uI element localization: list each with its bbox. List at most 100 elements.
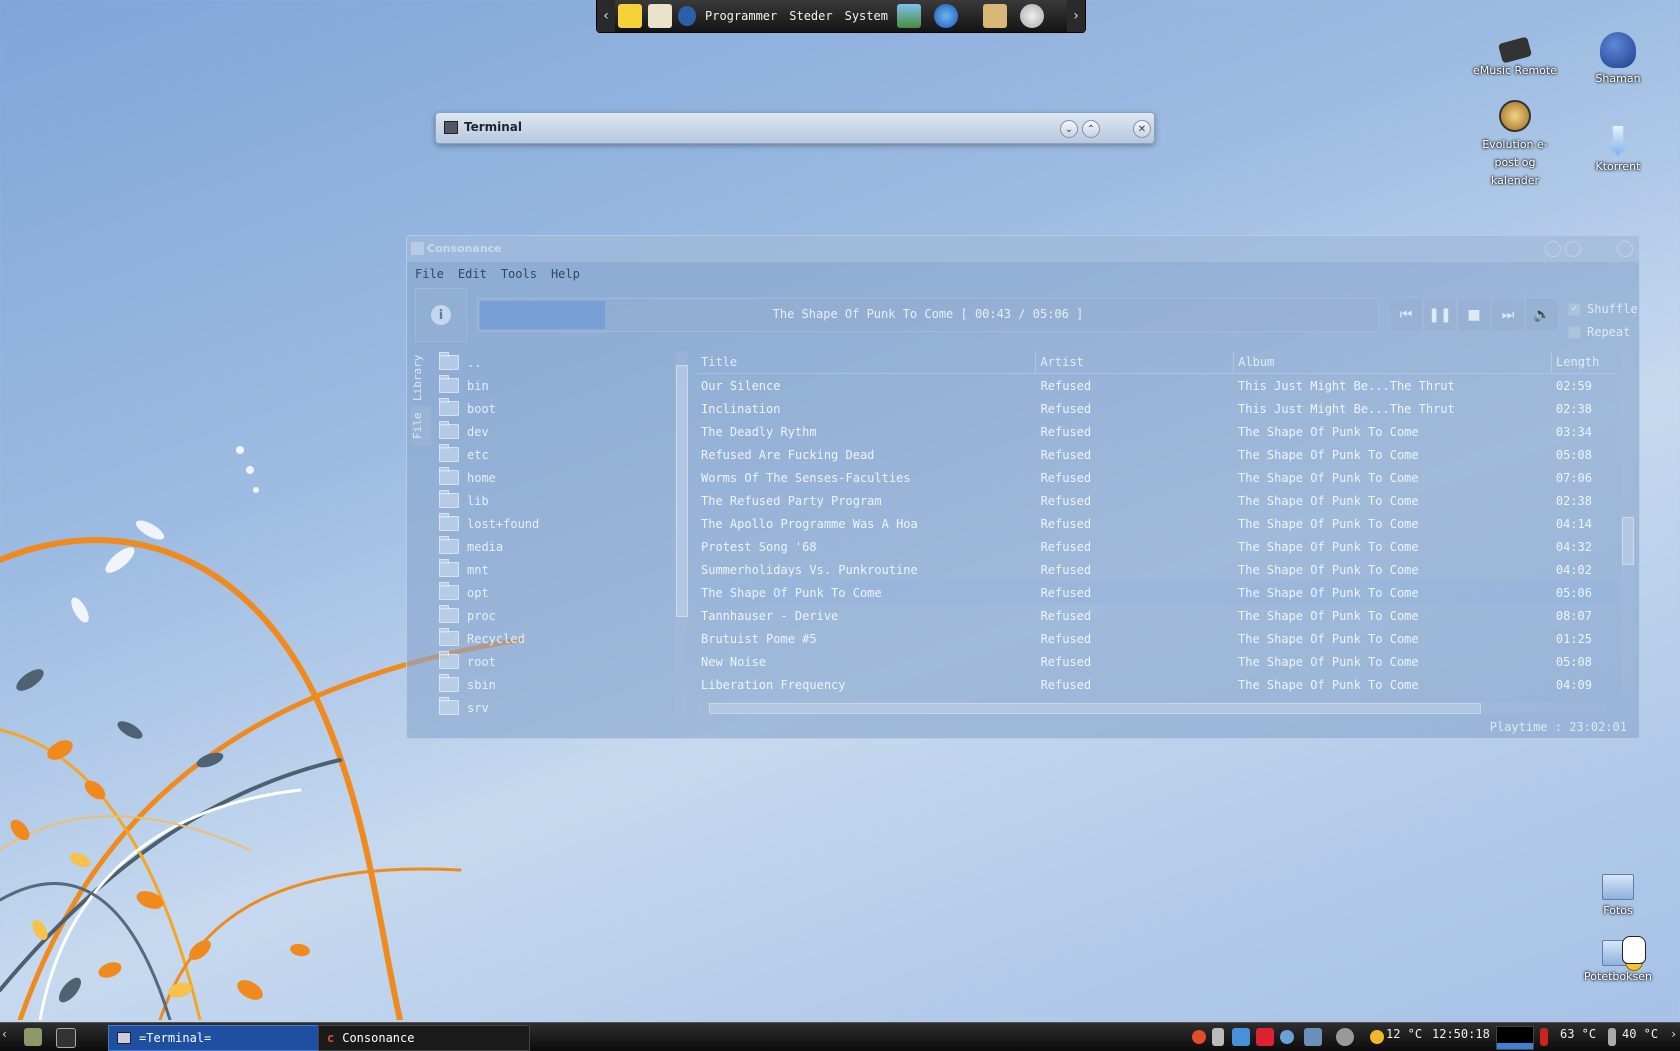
- track-row[interactable]: Inclination Refused This Just Might Be...T…: [697, 397, 1619, 420]
- menu-programmer[interactable]: Programmer: [705, 9, 777, 23]
- image-viewer-icon[interactable]: [896, 4, 921, 28]
- consonance-titlebar[interactable]: Consonance: [407, 236, 1639, 262]
- repeat-check-box[interactable]: [1568, 325, 1581, 339]
- taskbar-scroll-left[interactable]: ‹: [2, 1027, 7, 1041]
- desktop-icon-emusic-remote[interactable]: eMusic Remote: [1470, 34, 1560, 77]
- show-desktop-icon[interactable]: [24, 1028, 42, 1046]
- tab-file[interactable]: File: [411, 406, 431, 446]
- track-row[interactable]: Our Silence Refused This Just Might Be...T…: [697, 374, 1619, 397]
- volume-icon[interactable]: [1336, 1028, 1354, 1046]
- shutdown-icon[interactable]: [1019, 4, 1044, 28]
- search-icon[interactable]: [1280, 1030, 1294, 1044]
- file-browser-item[interactable]: Recycled: [435, 627, 673, 650]
- minimize-button[interactable]: ⌄: [1060, 120, 1078, 138]
- file-browser-item[interactable]: etc: [435, 443, 673, 466]
- track-row[interactable]: Liberation Frequency Refused The Shape Of …: [697, 673, 1619, 696]
- file-browser-item[interactable]: opt: [435, 581, 673, 604]
- file-browser-item[interactable]: media: [435, 535, 673, 558]
- gpu-temperature[interactable]: 40 °C: [1622, 1027, 1658, 1041]
- menu-edit[interactable]: Edit: [458, 267, 487, 281]
- cpu-graph[interactable]: [1496, 1026, 1534, 1050]
- menu-file[interactable]: File: [415, 267, 444, 281]
- gnome-foot-icon[interactable]: [678, 6, 696, 26]
- desktop-icon-shaman[interactable]: Shaman: [1573, 32, 1663, 85]
- consonance-tray-icon[interactable]: [1192, 1030, 1206, 1044]
- notes-icon[interactable]: [618, 4, 642, 28]
- track-row[interactable]: The Refused Party Program Refused The Shap…: [697, 489, 1619, 512]
- tab-library[interactable]: Library: [411, 350, 431, 406]
- track-row[interactable]: The Apollo Programme Was A Hoa Refused The…: [697, 512, 1619, 535]
- taskbar-scroll-right[interactable]: ›: [1671, 1027, 1676, 1041]
- file-browser-item[interactable]: bin: [435, 374, 673, 397]
- previous-track-button[interactable]: ⏮: [1389, 298, 1423, 332]
- mail-icon[interactable]: [1256, 1028, 1274, 1046]
- file-browser-item[interactable]: lost+found: [435, 512, 673, 535]
- shuffle-check-box[interactable]: ✓: [1568, 302, 1581, 316]
- display-icon[interactable]: [1304, 1028, 1322, 1046]
- column-album[interactable]: Album: [1234, 351, 1553, 373]
- volume-button[interactable]: 🔈: [1525, 298, 1559, 332]
- column-title[interactable]: Title: [697, 351, 1037, 373]
- file-browser-item[interactable]: mnt: [435, 558, 673, 581]
- file-browser-item[interactable]: srv: [435, 696, 673, 717]
- shuffle-checkbox[interactable]: ✓ Shuffle: [1568, 302, 1638, 316]
- track-row[interactable]: Protest Song '68 Refused The Shape Of Punk…: [697, 535, 1619, 558]
- track-row[interactable]: Summerholidays Vs. Punkroutine Refused The…: [697, 558, 1619, 581]
- playback-progress-bar[interactable]: The Shape Of Punk To Come [ 00:43 / 05:0…: [477, 298, 1379, 332]
- stop-button[interactable]: ■: [1457, 298, 1491, 332]
- file-browser-item[interactable]: ..: [435, 351, 673, 374]
- track-row[interactable]: Tannhauser - Derive Refused The Shape Of P…: [697, 604, 1619, 627]
- scrollbar-thumb[interactable]: [1622, 517, 1634, 565]
- network-icon[interactable]: [1232, 1028, 1250, 1046]
- file-browser-item[interactable]: dev: [435, 420, 673, 443]
- usb-icon[interactable]: [1212, 1028, 1224, 1046]
- close-button[interactable]: [1617, 241, 1633, 257]
- weather-icon[interactable]: [1370, 1030, 1384, 1044]
- track-row[interactable]: The Shape Of Punk To Come Refused The Shap…: [697, 581, 1619, 604]
- pause-button[interactable]: ❚❚: [1423, 298, 1457, 332]
- taskbar-window-terminal[interactable]: =Terminal=: [108, 1025, 324, 1051]
- track-row[interactable]: The Deadly Rythm Refused The Shape Of Punk…: [697, 420, 1619, 443]
- file-browser-item[interactable]: lib: [435, 489, 673, 512]
- panel-scroll-left[interactable]: ‹: [597, 0, 615, 32]
- cpu-temperature[interactable]: 63 °C: [1560, 1027, 1596, 1041]
- file-browser-item[interactable]: proc: [435, 604, 673, 627]
- clock[interactable]: 12:50:18: [1432, 1027, 1490, 1041]
- track-list-hscrollbar[interactable]: [697, 702, 1607, 714]
- file-browser-scrollbar[interactable]: [675, 351, 688, 717]
- weather-temperature[interactable]: 12 °C: [1386, 1027, 1422, 1041]
- repeat-checkbox[interactable]: Repeat: [1568, 325, 1630, 339]
- close-button[interactable]: ✕: [1133, 120, 1151, 138]
- track-row[interactable]: Worms Of The Senses-Faculties Refused The …: [697, 466, 1619, 489]
- panel-scroll-right[interactable]: ›: [1067, 0, 1085, 32]
- desktop-icon-fotos[interactable]: Fotos: [1573, 866, 1663, 917]
- file-browser-item[interactable]: root: [435, 650, 673, 673]
- track-info-button[interactable]: i: [415, 288, 467, 342]
- menu-system[interactable]: System: [845, 9, 888, 23]
- desktop-icon-potetboksen[interactable]: Potetboksen: [1573, 940, 1663, 983]
- menu-tools[interactable]: Tools: [501, 267, 537, 281]
- column-artist[interactable]: Artist: [1036, 351, 1235, 373]
- track-list-scrollbar[interactable]: [1621, 351, 1634, 695]
- file-browser-item[interactable]: sbin: [435, 673, 673, 696]
- clipboard-icon[interactable]: [648, 4, 672, 28]
- menu-help[interactable]: Help: [551, 267, 580, 281]
- desktop-icon-ktorrent[interactable]: Ktorrent: [1573, 126, 1663, 173]
- track-row[interactable]: Refused Are Fucking Dead Refused The Shape…: [697, 443, 1619, 466]
- track-row[interactable]: New Noise Refused The Shape Of Punk To Com…: [697, 650, 1619, 673]
- desktop-icon-evolution[interactable]: Evolution e-post og kalender: [1470, 100, 1560, 190]
- minimize-button[interactable]: [1545, 241, 1561, 257]
- terminal-window[interactable]: Terminal ⌄ ⌃ ✕: [435, 112, 1155, 144]
- file-manager-icon[interactable]: [982, 4, 1007, 28]
- maximize-button[interactable]: [1565, 241, 1581, 257]
- scrollbar-thumb[interactable]: [676, 365, 688, 617]
- terminal-titlebar[interactable]: Terminal: [444, 120, 522, 134]
- scrollbar-thumb[interactable]: [709, 703, 1481, 714]
- column-length[interactable]: Length: [1552, 351, 1619, 373]
- menu-steder[interactable]: Steder: [789, 9, 832, 23]
- file-browser-item[interactable]: home: [435, 466, 673, 489]
- taskbar-window-consonance[interactable]: c Consonance: [318, 1025, 530, 1051]
- maximize-button[interactable]: ⌃: [1082, 120, 1100, 138]
- track-row[interactable]: Brutuist Pome #5 Refused The Shape Of Punk…: [697, 627, 1619, 650]
- web-browser-icon[interactable]: [933, 4, 958, 28]
